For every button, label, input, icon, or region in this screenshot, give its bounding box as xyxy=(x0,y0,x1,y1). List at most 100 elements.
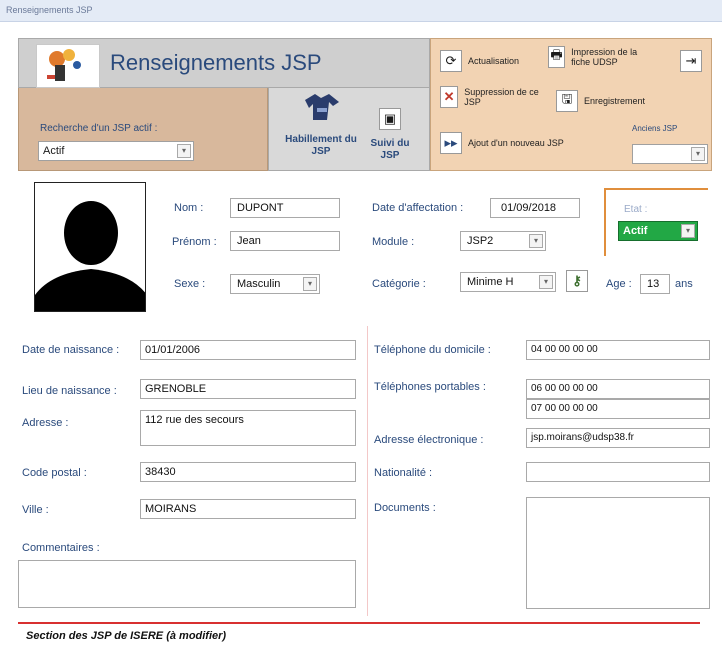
prenom-value: Jean xyxy=(237,235,261,247)
naissance-field[interactable]: 01/01/2006 xyxy=(140,340,356,360)
cp-label: Code postal : xyxy=(22,467,87,479)
adresse-value: 112 rue des secours xyxy=(145,414,244,426)
firefighter-logo-icon xyxy=(36,44,100,88)
actualisation-button[interactable]: ⟳ Actualisation xyxy=(440,50,519,72)
lieu-value: GRENOBLE xyxy=(145,383,207,395)
age-unit: ans xyxy=(675,278,693,290)
sexe-value: Masculin xyxy=(237,278,281,290)
chevron-down-icon[interactable]: ▾ xyxy=(303,277,317,291)
lieu-label: Lieu de naissance : xyxy=(22,385,117,397)
chevron-down-icon[interactable]: ▾ xyxy=(681,224,695,238)
adresse-field[interactable]: 112 rue des secours xyxy=(140,410,356,446)
categorie-value: Minime H xyxy=(467,276,514,288)
tel-dom-value: 04 00 00 00 00 xyxy=(531,344,598,355)
nationalite-label: Nationalité : xyxy=(374,467,433,479)
nom-label: Nom : xyxy=(174,202,204,214)
age-field[interactable]: 13 xyxy=(640,274,670,294)
naissance-label: Date de naissance : xyxy=(22,344,120,356)
actualisation-label: Actualisation xyxy=(468,56,520,66)
search-select[interactable]: Actif ▾ xyxy=(38,141,194,161)
page-title: Renseignements JSP xyxy=(110,50,322,75)
module-label: Module : xyxy=(372,236,415,248)
key-icon[interactable]: ⚷ xyxy=(566,270,588,292)
commentaires-label: Commentaires : xyxy=(22,542,100,554)
habillement-label: Habillement du JSP xyxy=(285,134,357,157)
documents-field[interactable] xyxy=(526,497,710,609)
tel-port-1-field[interactable]: 06 00 00 00 00 xyxy=(526,379,710,399)
date-affectation-field[interactable]: 01/09/2018 xyxy=(490,198,580,218)
email-label: Adresse électronique : xyxy=(374,434,484,446)
suppression-label: Suppression de ce JSP xyxy=(464,87,539,107)
suppression-button[interactable]: ✕ Suppression de ce JSP xyxy=(440,86,540,108)
window-titlebar: Renseignements JSP xyxy=(0,0,722,22)
nationalite-field[interactable] xyxy=(526,462,710,482)
ville-label: Ville : xyxy=(22,504,49,516)
column-divider xyxy=(367,326,368,616)
etat-label: Etat : xyxy=(624,204,648,215)
ajout-button[interactable]: ▸▸ Ajout d'un nouveau JSP xyxy=(440,132,564,154)
ville-value: MOIRANS xyxy=(145,503,197,515)
prenom-field[interactable]: Jean xyxy=(230,231,340,251)
etat-select[interactable]: Actif ▾ xyxy=(618,221,698,241)
exit-button[interactable]: ⇥ xyxy=(680,50,702,72)
date-affectation-value: 01/09/2018 xyxy=(501,202,557,214)
sexe-label: Sexe : xyxy=(174,278,206,290)
anciens-label: Anciens JSP xyxy=(632,124,678,133)
search-label: Recherche d'un JSP actif : xyxy=(40,123,158,134)
age-label: Age : xyxy=(606,278,632,290)
commentaires-field[interactable] xyxy=(18,560,356,608)
nom-value: DUPONT xyxy=(237,202,284,214)
email-value: jsp.moirans@udsp38.fr xyxy=(531,432,634,443)
clothing-icon xyxy=(299,90,343,126)
suivi-label: Suivi du JSP xyxy=(370,138,410,161)
suivi-button[interactable]: ▣ Suivi du JSP xyxy=(368,108,412,168)
sexe-select[interactable]: Masculin ▾ xyxy=(230,274,320,294)
chevron-down-icon[interactable]: ▾ xyxy=(539,275,553,289)
save-icon: 🖫 xyxy=(556,90,578,112)
search-select-value: Actif xyxy=(43,145,65,157)
section-label: Section des JSP de ISERE (à modifier) xyxy=(26,630,227,642)
chevron-down-icon[interactable]: ▾ xyxy=(177,144,191,158)
impression-button[interactable]: 🖶 Impression de la fiche UDSP xyxy=(548,46,658,68)
tel-port-2-field[interactable]: 07 00 00 00 00 xyxy=(526,399,710,419)
window-title: Renseignements JSP xyxy=(6,5,93,15)
tel-port-1-value: 06 00 00 00 00 xyxy=(531,383,598,394)
tel-dom-field[interactable]: 04 00 00 00 00 xyxy=(526,340,710,360)
fast-forward-icon: ▸▸ xyxy=(440,132,462,154)
window-icon: ▣ xyxy=(379,108,401,130)
date-affectation-label: Date d'affectation : xyxy=(372,202,464,214)
ajout-label: Ajout d'un nouveau JSP xyxy=(468,138,564,148)
anciens-select[interactable]: ▾ xyxy=(632,144,708,164)
etat-value: Actif xyxy=(623,225,648,237)
printer-icon: 🖶 xyxy=(548,46,566,68)
lieu-field[interactable]: GRENOBLE xyxy=(140,379,356,399)
enregistrement-label: Enregistrement xyxy=(584,96,646,106)
tel-dom-label: Téléphone du domicile : xyxy=(374,344,491,356)
impression-label: Impression de la fiche UDSP xyxy=(571,47,638,67)
tel-port-2-value: 07 00 00 00 00 xyxy=(531,403,598,414)
prenom-label: Prénom : xyxy=(172,236,217,248)
categorie-label: Catégorie : xyxy=(372,278,426,290)
age-value: 13 xyxy=(647,278,660,290)
cp-field[interactable]: 38430 xyxy=(140,462,356,482)
chevron-down-icon[interactable]: ▾ xyxy=(691,147,705,161)
adresse-label: Adresse : xyxy=(22,417,69,429)
member-photo xyxy=(34,182,146,312)
ville-field[interactable]: MOIRANS xyxy=(140,499,356,519)
habillement-button[interactable]: Habillement du JSP xyxy=(276,90,366,168)
enregistrement-button[interactable]: 🖫 Enregistrement xyxy=(556,90,645,112)
exit-door-icon: ⇥ xyxy=(680,50,702,72)
person-silhouette-icon xyxy=(35,201,145,311)
categorie-select[interactable]: Minime H ▾ xyxy=(460,272,556,292)
footer-divider xyxy=(18,622,700,624)
documents-label: Documents : xyxy=(374,502,436,514)
delete-icon: ✕ xyxy=(440,86,459,108)
chevron-down-icon[interactable]: ▾ xyxy=(529,234,543,248)
email-field[interactable]: jsp.moirans@udsp38.fr xyxy=(526,428,710,448)
refresh-icon: ⟳ xyxy=(440,50,462,72)
nom-field[interactable]: DUPONT xyxy=(230,198,340,218)
module-value: JSP2 xyxy=(467,235,494,247)
tel-port-label: Téléphones portables : xyxy=(374,381,486,393)
cp-value: 38430 xyxy=(145,466,176,478)
module-select[interactable]: JSP2 ▾ xyxy=(460,231,546,251)
